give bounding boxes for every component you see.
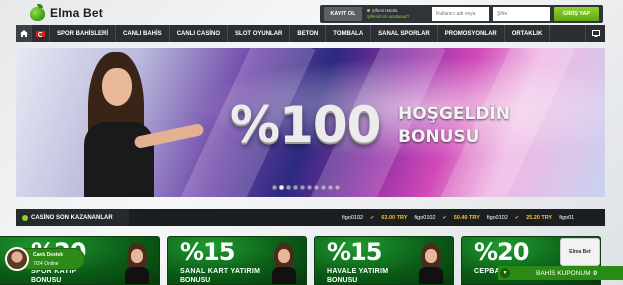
slider-dots [272, 185, 340, 190]
nav-item-slots[interactable]: SLOT OYUNLAR [228, 25, 291, 42]
winner-amount: 50.40 TRY [453, 214, 480, 221]
promo-title: HAVALE YATIRIM [327, 268, 389, 275]
slider-dot[interactable] [307, 185, 312, 190]
promo-percent: %20 [474, 238, 529, 266]
slider-dot[interactable] [328, 185, 333, 190]
forgot-line2: Şifrenizi mi unuttunuz? [367, 13, 410, 19]
winner-amount: 63.00 TRY [381, 214, 408, 221]
check-icon: ✔ [442, 214, 447, 221]
winner-user: figo0102 [414, 214, 436, 221]
support-subtitle: 7/24 Online [33, 261, 59, 267]
nav-item-virtual-sports[interactable]: SANAL SPORLAR [371, 25, 438, 42]
forgot-line1: Şifreni Hatırla [372, 8, 398, 13]
support-title: Canlı Destek [33, 252, 64, 258]
nav-item-live-casino[interactable]: CANLI CASİNO [170, 25, 229, 42]
promo-percent: %15 [327, 238, 382, 266]
nav-item-affiliate[interactable]: ORTAKLIK [505, 25, 551, 42]
info-dot-icon [367, 9, 370, 12]
site-logo[interactable]: Elma Bet [30, 3, 103, 22]
promo-subtitle: BONUSU [31, 277, 62, 284]
main-nav: SPOR BAHİSLERİ CANLI BAHİS CANLI CASİNO … [16, 25, 605, 42]
brand-name: Elma Bet [50, 5, 103, 20]
banner-line2: BONUSU [398, 127, 480, 147]
password-input[interactable] [493, 7, 550, 21]
winner-user: figo0102 [486, 214, 508, 221]
turkey-flag-icon [36, 30, 45, 37]
bell-icon [22, 214, 28, 221]
slider-dot-active[interactable] [279, 185, 284, 190]
login-button[interactable]: GİRİŞ YAP [554, 7, 599, 21]
banner-line1: HOŞGELDİN [398, 104, 510, 124]
bet-slip-bar[interactable]: ▼ BAHİS KUPONUM 0 [498, 266, 623, 280]
tv-icon [591, 30, 600, 37]
promo-title: SANAL KART YATIRIM [180, 268, 261, 275]
promo-model-image [123, 243, 151, 284]
bet-slip-count: 0 [593, 269, 597, 277]
recent-winners-bar: CASİNO SON KAZANANLAR figo0102 ✔ 63.00 T… [16, 209, 605, 226]
nav-item-tombala[interactable]: TOMBALA [326, 25, 372, 42]
nav-item-beton[interactable]: BETON [290, 25, 327, 42]
nav-item-sports[interactable]: SPOR BAHİSLERİ [50, 25, 117, 42]
promo-card-virtual-card[interactable]: %15 SANAL KART YATIRIM BONUSU [167, 236, 307, 285]
winner-amount: 25.20 TRY [526, 214, 553, 221]
promo-card-bank-transfer[interactable]: %15 HAVALE YATIRIM BONUSU [314, 236, 454, 285]
slider-dot[interactable] [321, 185, 326, 190]
register-button[interactable]: KAYIT OL [324, 7, 362, 21]
slider-dot[interactable] [314, 185, 319, 190]
promo-subtitle: BONUSU [327, 277, 358, 284]
support-avatar [5, 247, 29, 271]
winners-ticker: figo0102 ✔ 63.00 TRY figo0102 ✔ 50.40 TR… [342, 209, 574, 226]
slider-dot[interactable] [286, 185, 291, 190]
promo-model-image [270, 243, 298, 284]
forgot-password-link[interactable]: Şifreni Hatırla Şifrenizi mi unuttunuz? [367, 8, 409, 19]
nav-item-live-betting[interactable]: CANLI BAHİS [116, 25, 170, 42]
mini-brand-logo: Elma Bet [560, 238, 600, 266]
chevron-down-icon[interactable]: ▼ [500, 268, 510, 278]
bet-slip-label: BAHİS KUPONUM [536, 269, 591, 277]
winner-user: figo01 [559, 214, 575, 221]
header: Elma Bet KAYIT OL Şifreni Hatırla Şifren… [0, 0, 623, 25]
hero-banner[interactable]: %100 HOŞGELDİN BONUSU [16, 48, 605, 197]
check-icon: ✔ [514, 214, 520, 221]
live-support-widget[interactable]: Canlı Destek 7/24 Online [5, 247, 85, 271]
slider-dot[interactable] [293, 185, 298, 190]
nav-tv[interactable] [585, 25, 605, 42]
winner-user: figo0102 [342, 214, 364, 221]
banner-model-image [74, 52, 205, 197]
login-box: KAYIT OL Şifreni Hatırla Şifrenizi mi un… [320, 5, 603, 23]
nav-item-promotions[interactable]: PROMOSYONLAR [438, 25, 505, 42]
username-input[interactable] [432, 7, 489, 21]
slider-dot[interactable] [300, 185, 305, 190]
nav-home[interactable] [16, 25, 32, 42]
promo-percent: %15 [180, 238, 235, 266]
apple-logo-icon [30, 4, 45, 21]
promo-model-image [417, 243, 445, 284]
winners-title: CASİNO SON KAZANANLAR [16, 209, 129, 226]
slider-dot[interactable] [335, 185, 340, 190]
check-icon: ✔ [370, 214, 375, 221]
nav-language[interactable] [32, 25, 50, 42]
promo-subtitle: BONUSU [180, 277, 211, 284]
slider-dot[interactable] [272, 185, 277, 190]
home-icon [19, 30, 28, 37]
banner-headline: %100 [230, 96, 381, 154]
